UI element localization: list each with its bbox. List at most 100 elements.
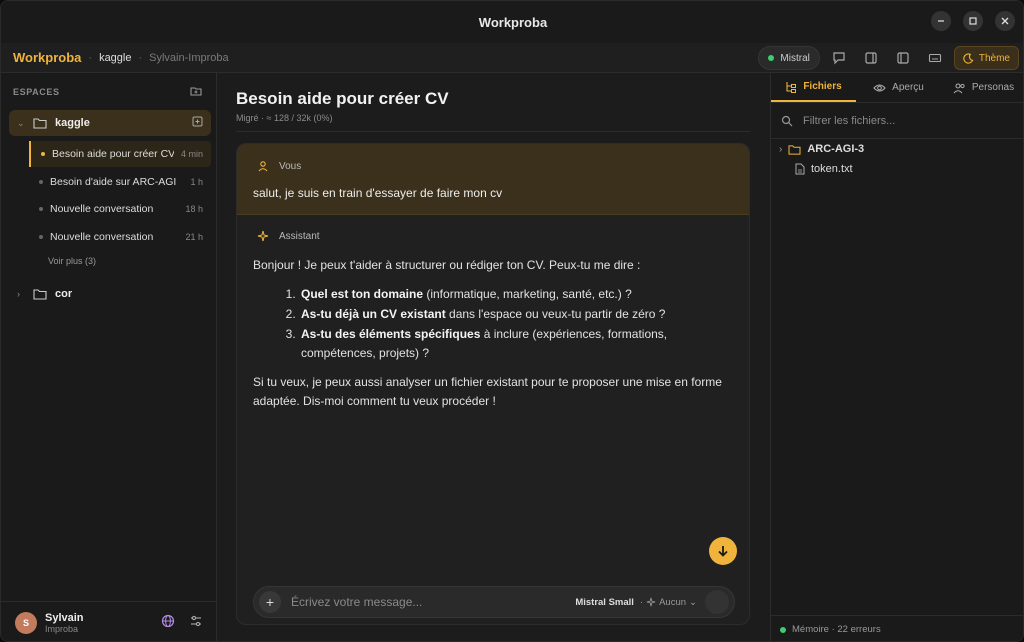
chevron-right-icon: › bbox=[779, 143, 783, 155]
avatar[interactable]: S bbox=[15, 611, 37, 634]
tab-label: Personas bbox=[971, 82, 1015, 93]
chevron-down-icon: ⌄ bbox=[689, 596, 697, 608]
right-panel-toggle-button[interactable] bbox=[858, 46, 884, 70]
file-tree-icon bbox=[786, 81, 797, 93]
app-window: Workproba Workproba · kaggle · Sylvain-I… bbox=[0, 0, 1024, 642]
list-item: As-tu déjà un CV existant dans l'espace … bbox=[299, 305, 733, 324]
folder-plus-icon bbox=[190, 87, 202, 96]
user-role-label: Vous bbox=[279, 160, 302, 172]
conversation-meta: Migré · ≈ 128 / 32k (0%) bbox=[236, 113, 333, 123]
memory-status: Mémoire · 22 erreurs bbox=[792, 624, 881, 635]
toolbar: Workproba · kaggle · Sylvain-Improba Mis… bbox=[1, 43, 1023, 73]
user-message: Vous salut, je suis en train d'essayer d… bbox=[237, 144, 749, 215]
chevron-right-icon: › bbox=[17, 289, 20, 299]
space-cor[interactable]: › cor bbox=[9, 281, 211, 307]
attach-button[interactable]: + bbox=[259, 591, 281, 613]
model-status-pill[interactable]: Mistral bbox=[758, 46, 820, 70]
conversation-item[interactable]: Nouvelle conversation 18 h bbox=[29, 196, 211, 222]
language-button[interactable] bbox=[161, 614, 175, 631]
sliders-icon bbox=[191, 615, 201, 627]
settings-button[interactable] bbox=[189, 614, 203, 631]
list-item-text: dans l'espace ou veux-tu partir de zéro … bbox=[445, 307, 666, 321]
list-item-bold: Quel est ton domaine bbox=[301, 287, 424, 301]
tab-fichiers[interactable]: Fichiers bbox=[771, 73, 856, 102]
maximize-button[interactable] bbox=[963, 11, 983, 31]
status-dot bbox=[780, 626, 786, 633]
user-icon bbox=[258, 161, 268, 172]
assistant-role-row: Assistant bbox=[257, 230, 320, 242]
tree-file-name: token.txt bbox=[811, 163, 853, 175]
conversation-item[interactable]: Besoin d'aide sur ARC-AGI 1 h bbox=[29, 169, 211, 195]
tool-selector[interactable]: · Aucun ⌄ bbox=[640, 597, 697, 608]
keyboard-shortcuts-button[interactable] bbox=[922, 46, 948, 70]
main-chat-area: Besoin aide pour créer CV Migré · ≈ 128 … bbox=[218, 73, 769, 641]
tree-file[interactable]: token.txt bbox=[795, 163, 853, 175]
user-org: Improba bbox=[45, 623, 79, 634]
space-kaggle[interactable]: ⌄ kaggle bbox=[9, 110, 211, 136]
breadcrumb-space[interactable]: kaggle bbox=[99, 52, 131, 64]
maximize-icon bbox=[969, 17, 977, 25]
breadcrumb-separator: · bbox=[138, 51, 143, 64]
file-icon bbox=[795, 163, 805, 175]
tab-label: Aperçu bbox=[892, 82, 924, 93]
new-space-button[interactable] bbox=[190, 85, 202, 100]
conversation-time: 1 h bbox=[190, 177, 203, 187]
message-thread: Vous salut, je suis en train d'essayer d… bbox=[236, 143, 750, 625]
conversation-item[interactable]: Besoin aide pour créer CV 4 min bbox=[29, 141, 211, 167]
user-role-row: Vous bbox=[257, 160, 301, 172]
search-icon bbox=[781, 115, 793, 126]
model-status-label: Mistral bbox=[780, 52, 810, 64]
brand-logo[interactable]: Workproba bbox=[13, 50, 81, 65]
list-item-text: (informatique, marketing, santé, etc.) ? bbox=[423, 287, 632, 301]
tab-apercu[interactable]: Aperçu bbox=[856, 73, 941, 102]
file-filter-input[interactable] bbox=[803, 114, 1003, 127]
user-message-text: salut, je suis en train d'essayer de fai… bbox=[253, 186, 503, 200]
tool-selector-label: Aucun bbox=[659, 596, 687, 608]
dot-separator: · bbox=[639, 596, 644, 608]
close-button[interactable] bbox=[995, 11, 1015, 31]
conversation-item[interactable]: Nouvelle conversation 21 h bbox=[29, 224, 211, 250]
message-input[interactable] bbox=[291, 595, 576, 609]
tab-personas[interactable]: Personas bbox=[941, 73, 1023, 102]
sidebar: ESPACES ⌄ kaggle Besoin aide pour créer … bbox=[1, 73, 217, 641]
conversation-time: 18 h bbox=[185, 204, 203, 214]
folder-icon bbox=[33, 289, 47, 300]
keyboard-icon bbox=[928, 53, 941, 63]
chat-bubble-icon bbox=[833, 52, 845, 65]
chat-toggle-button[interactable] bbox=[826, 46, 852, 70]
conversation-title: Besoin d'aide sur ARC-AGI bbox=[50, 176, 177, 188]
eye-icon bbox=[873, 83, 886, 92]
plus-icon: + bbox=[265, 594, 275, 610]
status-footer[interactable]: Mémoire · 22 erreurs bbox=[771, 615, 1023, 641]
page-title: Besoin aide pour créer CV bbox=[236, 89, 449, 108]
close-icon bbox=[1001, 17, 1009, 25]
left-panel-toggle-button[interactable] bbox=[890, 46, 916, 70]
user-footer: S Sylvain Improba bbox=[1, 601, 217, 641]
chevron-down-icon: ⌄ bbox=[17, 117, 25, 128]
tab-label: Fichiers bbox=[803, 81, 842, 92]
globe-icon bbox=[161, 614, 175, 628]
arrow-down-icon bbox=[718, 546, 728, 557]
new-conversation-button[interactable] bbox=[192, 116, 203, 130]
users-icon bbox=[953, 82, 965, 93]
list-item: Quel est ton domaine (informatique, mark… bbox=[299, 285, 733, 304]
space-name: kaggle bbox=[55, 117, 90, 129]
assistant-question-list: Quel est ton domaine (informatique, mark… bbox=[299, 285, 733, 363]
minimize-icon bbox=[938, 20, 944, 22]
tree-folder[interactable]: › ARC-AGI-3 bbox=[779, 143, 864, 155]
breadcrumb-user[interactable]: Sylvain-Improba bbox=[149, 52, 228, 64]
panel-right-icon bbox=[865, 52, 877, 64]
user-info: Sylvain Improba bbox=[45, 612, 84, 634]
add-chat-icon bbox=[192, 116, 203, 127]
send-button[interactable] bbox=[705, 590, 729, 614]
message-composer: + Mistral Small · Aucun ⌄ bbox=[253, 586, 735, 618]
space-name: cor bbox=[55, 288, 73, 300]
scroll-to-bottom-button[interactable] bbox=[709, 537, 737, 565]
folder-icon bbox=[788, 144, 801, 155]
theme-button[interactable]: Thème bbox=[953, 46, 1019, 70]
sparkle-icon bbox=[646, 597, 656, 607]
show-more-link[interactable]: Voir plus (3) bbox=[48, 256, 96, 266]
model-selector[interactable]: Mistral Small bbox=[575, 597, 634, 608]
sparkle-icon bbox=[257, 230, 269, 242]
minimize-button[interactable] bbox=[931, 11, 951, 31]
